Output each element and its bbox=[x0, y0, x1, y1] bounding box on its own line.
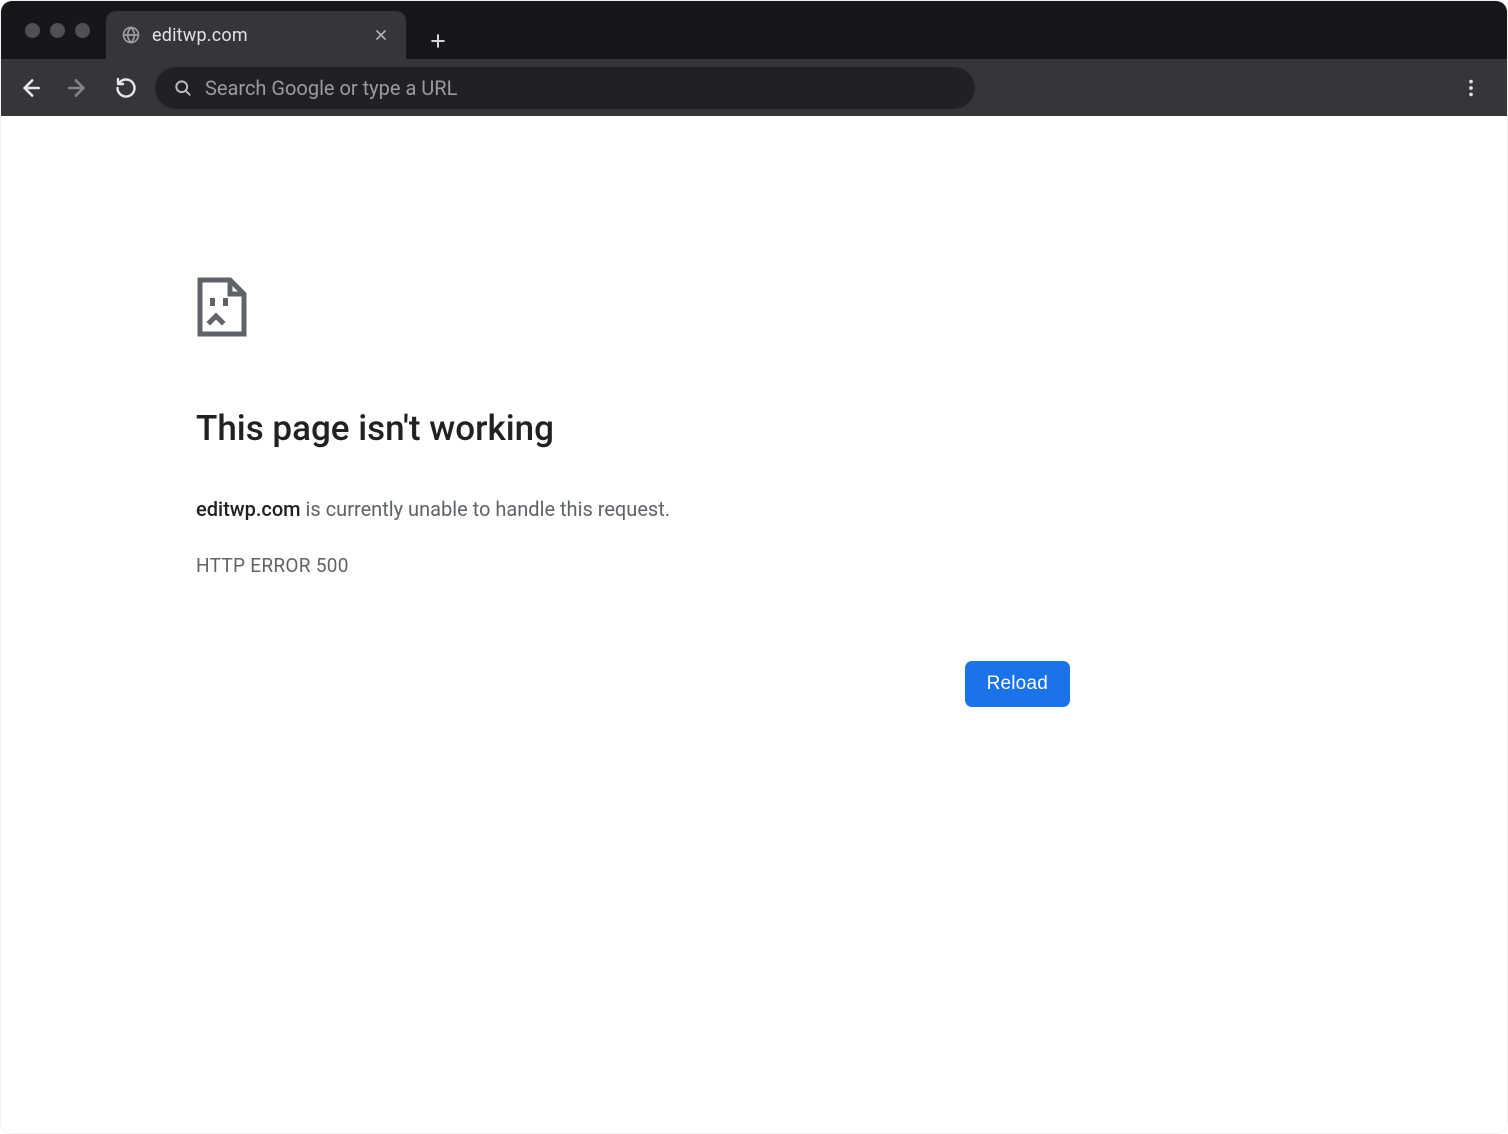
reload-button[interactable] bbox=[111, 73, 141, 103]
error-actions: Reload bbox=[196, 661, 1070, 707]
new-tab-button[interactable] bbox=[420, 23, 456, 59]
window-maximize-button[interactable] bbox=[75, 23, 90, 38]
address-bar[interactable] bbox=[155, 67, 975, 109]
window-controls bbox=[9, 1, 98, 59]
address-input[interactable] bbox=[205, 76, 957, 100]
browser-tab[interactable]: editwp.com bbox=[106, 11, 406, 59]
globe-icon bbox=[120, 24, 142, 46]
error-heading: This page isn't working bbox=[196, 408, 1070, 450]
error-message-text: is currently unable to handle this reque… bbox=[301, 497, 670, 521]
titlebar: editwp.com bbox=[1, 1, 1507, 59]
page-content: This page isn't working editwp.com is cu… bbox=[1, 116, 1507, 1133]
toolbar-right bbox=[1455, 72, 1493, 104]
browser-window: editwp.com bbox=[0, 0, 1508, 1134]
toolbar bbox=[1, 59, 1507, 116]
tab-title: editwp.com bbox=[152, 25, 360, 46]
error-message: editwp.com is currently unable to handle… bbox=[196, 494, 1070, 524]
close-tab-button[interactable] bbox=[370, 24, 392, 46]
search-icon bbox=[173, 78, 193, 98]
nav-buttons bbox=[15, 73, 141, 103]
back-button[interactable] bbox=[15, 73, 45, 103]
browser-menu-button[interactable] bbox=[1455, 72, 1487, 104]
forward-button[interactable] bbox=[63, 73, 93, 103]
reload-page-button[interactable]: Reload bbox=[965, 661, 1070, 707]
window-close-button[interactable] bbox=[25, 23, 40, 38]
tab-strip: editwp.com bbox=[106, 1, 1499, 59]
error-domain: editwp.com bbox=[196, 497, 301, 521]
window-minimize-button[interactable] bbox=[50, 23, 65, 38]
error-page: This page isn't working editwp.com is cu… bbox=[196, 276, 1070, 707]
error-code: HTTP ERROR 500 bbox=[196, 554, 1070, 577]
sad-page-icon bbox=[196, 276, 1070, 338]
